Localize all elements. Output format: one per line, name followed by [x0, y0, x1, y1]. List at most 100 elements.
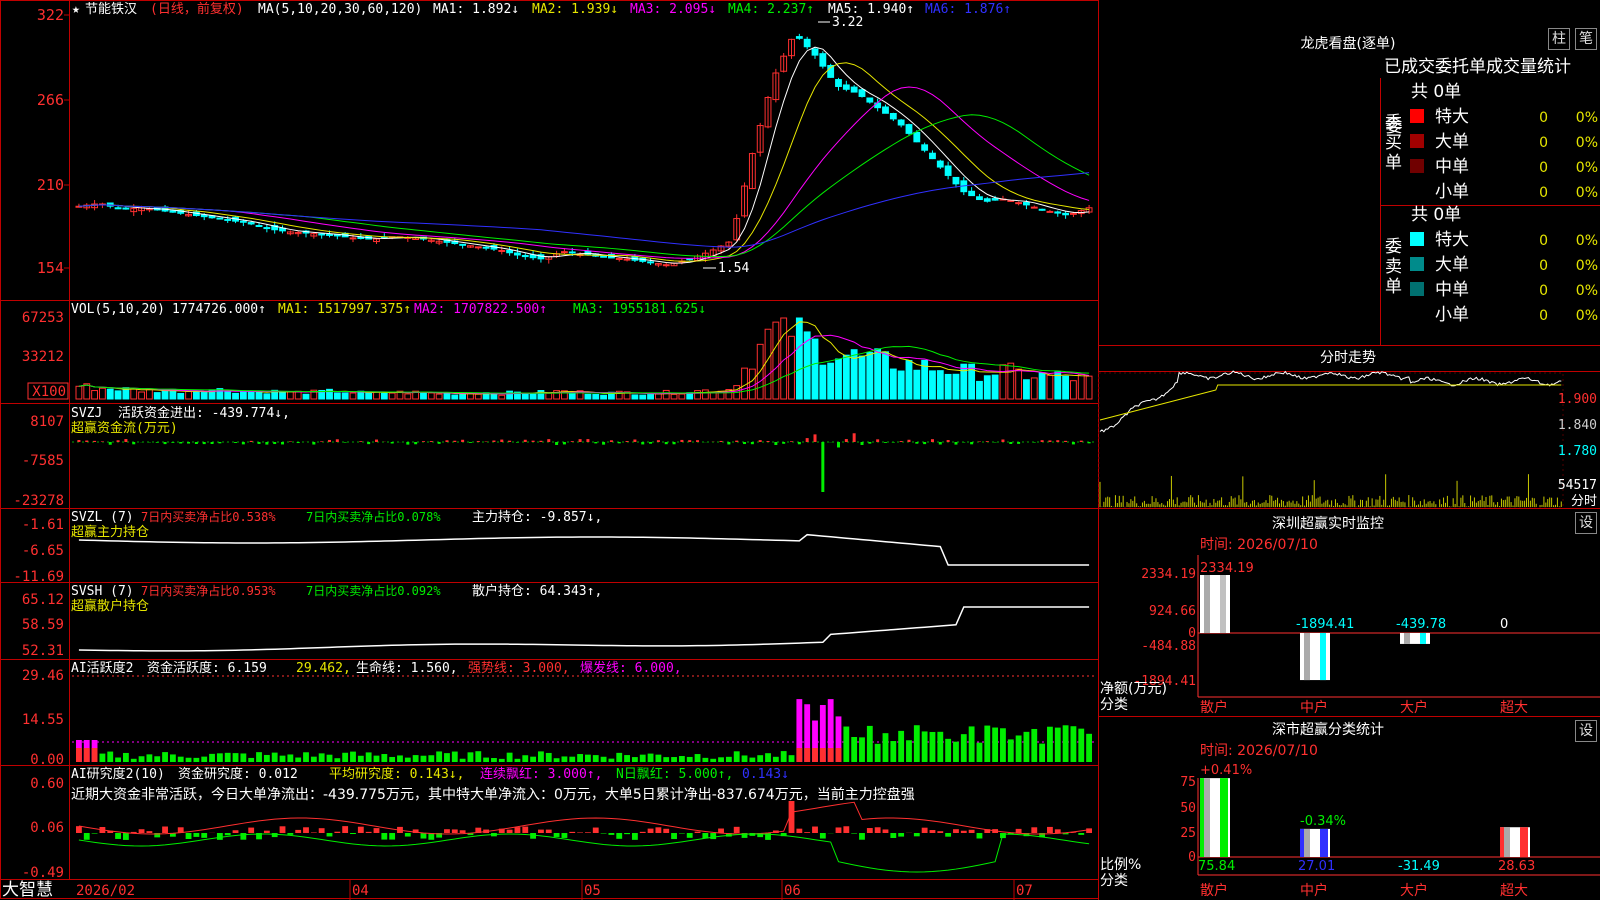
volume-panel[interactable]: VOL(5,10,20) 1774726.000↑ MA1: 1517997.3…: [22, 302, 1093, 400]
air-bar: [263, 830, 270, 833]
ai2-bar: [866, 725, 873, 762]
svzj-tick-1: 8107: [30, 414, 64, 430]
sell-side-vertical: 委卖单: [1385, 237, 1402, 297]
sz-monitor-panel[interactable]: 深圳超赢实时监控 时间: 2026/07/10 2334.19 924.66 0…: [1100, 515, 1600, 716]
ai2-bar: [757, 755, 764, 762]
air-bar: [404, 833, 411, 837]
candle-body: [921, 144, 929, 151]
sz-monitor-title: 深圳超赢实时监控: [1272, 515, 1384, 532]
air-bar: [185, 833, 192, 840]
air-bar: [545, 829, 552, 833]
szm-category: 中户: [1300, 699, 1328, 716]
sell-total: 共 0单: [1411, 205, 1461, 225]
candle-body: [1030, 206, 1038, 209]
volume-bar: [662, 389, 670, 400]
ai2-bar: [592, 755, 599, 762]
ai2-bar: [686, 756, 693, 762]
svzl-panel[interactable]: SVZL (7) 7日内买卖净占比0.538% 7日内买卖净占比0.078% 主…: [13, 509, 1090, 585]
price-panel[interactable]: ★ 节能铁汉 (日线，前复权) MA(5,10,20,30,60,120) MA…: [37, 1, 1093, 277]
volume-bar: [529, 393, 537, 400]
ai2-bar: [772, 756, 779, 762]
svsh-panel[interactable]: SVSH (7) 7日内买卖净占比0.953% 7日内买卖净占比0.092% 散…: [22, 583, 1090, 659]
dragon-row-name: 小单: [1435, 182, 1469, 202]
sz-monitor-settings-button[interactable]: 设: [1575, 512, 1597, 534]
volume-bar: [294, 390, 302, 400]
dragon-panel[interactable]: 龙虎看盘(逐单) 已成交委托单成交量统计 委 共 0单 共 0单 特大 0 0%大单…: [1301, 35, 1598, 325]
air-bar: [522, 826, 529, 833]
dragon-swatch: [1410, 159, 1424, 173]
ma-lines: [78, 46, 1090, 264]
dragon-title: 龙虎看盘(逐单): [1301, 35, 1396, 52]
bar-view-button[interactable]: 柱: [1548, 28, 1570, 50]
sz-stat-panel[interactable]: 深市超赢分类统计 时间: 2026/07/10 75 50 25 0 比例% 分…: [1100, 721, 1600, 899]
candle-body: [811, 48, 819, 56]
szm-bars: 2334.19 -1894.41 -439.78 0: [1200, 561, 1508, 681]
x-label-3: 05: [584, 883, 601, 899]
ai-research-panel[interactable]: AI研究度2(10) 资金研究度: 0.012 平均研究度: 0.143↓, 连…: [22, 766, 1092, 881]
volume-bar: [239, 390, 247, 400]
szs-top-label: +0.41%: [1200, 763, 1252, 778]
ai2-bar: [334, 758, 341, 762]
ai2-bar: [1086, 733, 1092, 762]
svzl-line: [78, 533, 1090, 566]
ai-activity-panel[interactable]: AI活跃度2 资金活跃度: 6.159 29.462, 生命线: 1.560, …: [22, 660, 1095, 768]
svzj-label: SVZJ: [71, 406, 102, 421]
ai2-bar: [976, 742, 983, 762]
air-bar: [686, 833, 693, 838]
intraday-panel[interactable]: 分时走势 1.900 1.840 1.780 54517 分时: [1098, 350, 1600, 509]
ai2-bar: [279, 755, 286, 762]
ma-30-line: [78, 114, 1090, 258]
candle-body: [216, 217, 224, 220]
svsh-c: 散户持仓: 64.343↑,: [472, 583, 602, 599]
svzj-panel[interactable]: SVZJ 活跃资金进出: -439.774↓, 超赢资金流(万元) 8107 -…: [13, 405, 1095, 509]
air-bar: [663, 828, 670, 833]
ai2-bar: [381, 754, 388, 762]
ai2-bar: [968, 726, 975, 762]
svsh-a: 7日内买卖净占比0.953%: [141, 583, 276, 598]
ma-20-line: [78, 86, 1090, 259]
szs-bar-stripe: [1504, 827, 1510, 857]
dragon-swatch: [1410, 109, 1424, 123]
volume-bar: [1062, 375, 1070, 400]
ai2-bar: [177, 756, 184, 762]
tick-view-button[interactable]: 笔: [1575, 28, 1597, 50]
szs-value: -31.49: [1398, 859, 1440, 874]
ai2-bar: [913, 725, 920, 762]
sz-stat-settings-button[interactable]: 设: [1575, 720, 1597, 742]
candle-body: [842, 84, 850, 90]
ai2-bar: [185, 757, 192, 762]
title-star: ★: [72, 2, 80, 17]
szm-bar-edge: [1320, 633, 1326, 681]
svsh-sub: 超赢散户持仓: [71, 598, 149, 614]
air-bar: [1031, 827, 1038, 833]
candle-body: [333, 234, 341, 237]
x-label-5: 07: [1016, 883, 1033, 899]
szm-axis-title: 净额(万元): [1100, 681, 1167, 697]
intraday-price-line: [1099, 370, 1562, 433]
szs-value: 28.63: [1498, 859, 1535, 874]
vol-ma2: MA2: 1707822.500↑: [414, 302, 547, 317]
ai2-bar: [483, 757, 490, 762]
intraday-tick-2: 1.840: [1558, 418, 1597, 433]
ai2-bar: [577, 754, 583, 762]
intraday-grid: [1098, 372, 1564, 508]
volume-bar: [474, 393, 482, 400]
buy-total: 共 0单: [1411, 82, 1461, 102]
volume-bar: [694, 390, 701, 400]
ai2-bar: [263, 754, 270, 762]
dragon-row-pct: 0%: [1576, 308, 1598, 324]
volume-bar: [420, 392, 427, 400]
ai2-bar: [1031, 728, 1038, 762]
dragon-header: 已成交委托单成交量统计: [1384, 57, 1571, 77]
volume-bar: [333, 392, 341, 400]
volume-bar: [631, 394, 639, 400]
air-bar: [248, 827, 255, 833]
ai2-bar: [1062, 725, 1069, 762]
volume-bar: [929, 370, 936, 400]
ai2-bar: [859, 737, 865, 762]
ai2-bar: [780, 751, 787, 762]
volume-bar: [670, 393, 678, 400]
ai2-label: AI活跃度2: [71, 660, 133, 676]
ai2-bar: [945, 738, 952, 762]
szs-bar-stripe: [1204, 778, 1210, 857]
